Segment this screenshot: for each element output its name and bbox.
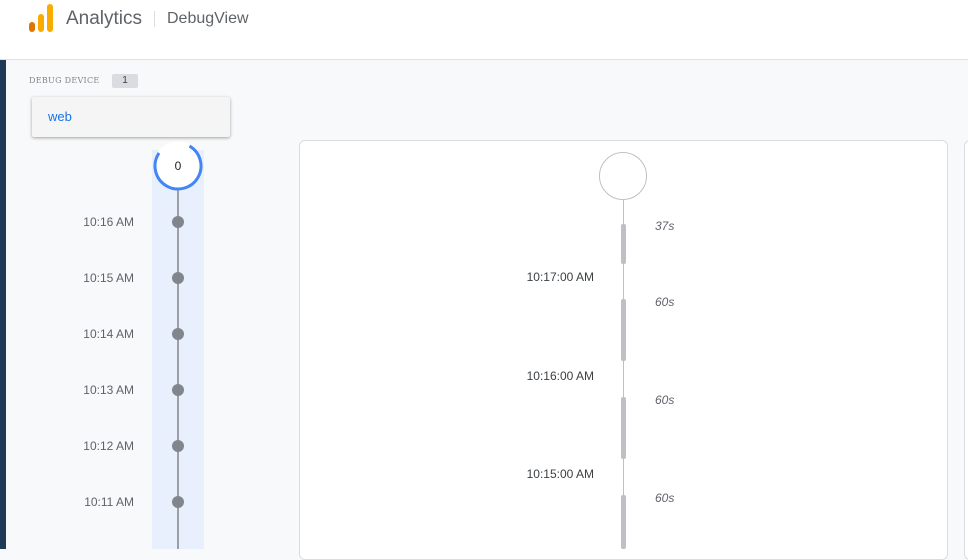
minute-time-label: 10:14 AM [83,327,134,341]
seconds-duration-label: 60s [655,491,675,505]
seconds-duration-label: 37s [655,219,675,233]
seconds-duration-label: 60s [655,393,675,407]
current-second-circle[interactable] [599,152,647,200]
debug-device-dropdown: web [32,97,230,137]
minute-time-label: 10:13 AM [83,383,134,397]
seconds-segment [621,224,626,264]
app-name: Analytics [66,8,143,29]
minutes-stream-line [177,188,179,549]
seconds-time-label: 10:15:00 AM [526,467,594,481]
minute-dot[interactable] [172,440,184,452]
seconds-time-label: 10:17:00 AM [526,270,594,284]
minute-dot[interactable] [172,496,184,508]
seconds-time-label: 10:16:00 AM [526,369,594,383]
left-window-edge [0,0,6,549]
minute-time-label: 10:12 AM [83,439,134,453]
seconds-segment [621,495,626,549]
seconds-segment [621,299,626,361]
debug-device-label: DEBUG DEVICE [29,76,100,85]
top-events-card-edge [964,140,968,560]
minute-dot[interactable] [172,216,184,228]
device-option-web[interactable]: web [48,109,72,124]
header-divider [154,11,155,27]
minute-time-label: 10:15 AM [83,271,134,285]
seconds-segment [621,397,626,459]
seconds-duration-label: 60s [655,295,675,309]
app-header: Analytics DebugView [0,0,968,60]
minute-time-label: 10:16 AM [83,215,134,229]
minute-dot[interactable] [172,328,184,340]
current-minute-count: 0 [174,159,182,173]
analytics-logo-icon[interactable] [29,4,55,32]
page-title: DebugView [167,10,249,27]
minute-dot[interactable] [172,384,184,396]
debug-device-count-badge[interactable]: 1 [112,74,138,88]
minute-time-label: 10:11 AM [84,495,134,509]
minute-dot[interactable] [172,272,184,284]
